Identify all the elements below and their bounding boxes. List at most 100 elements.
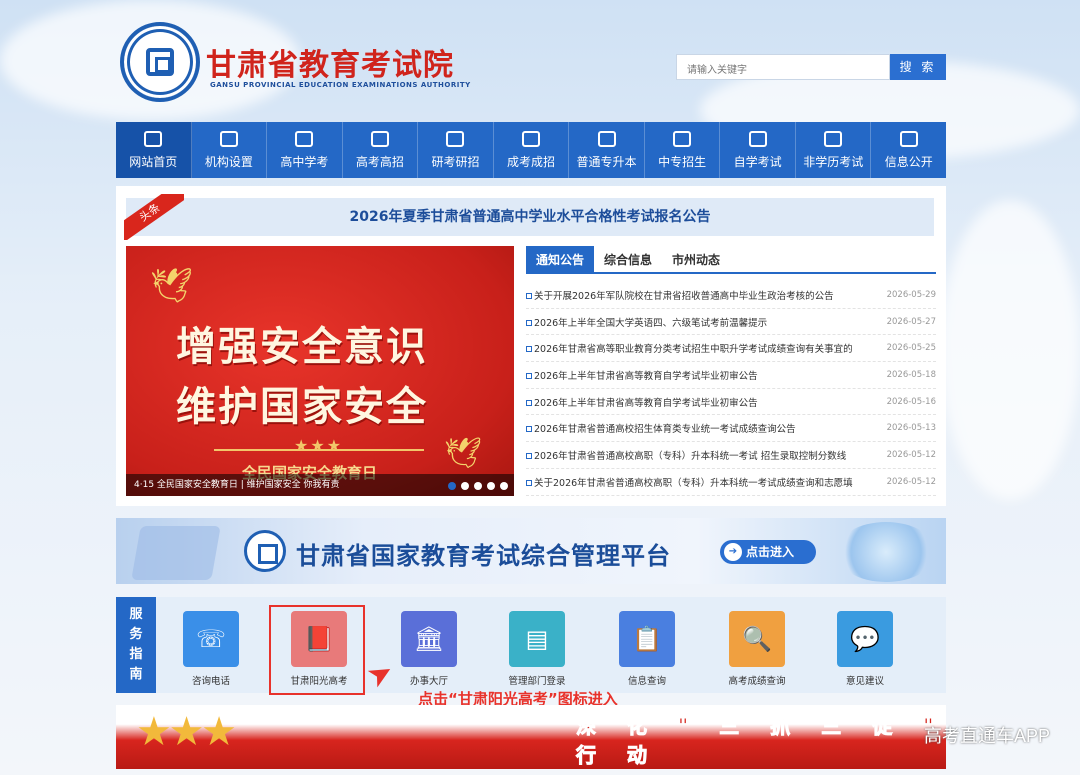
carousel-dot[interactable] <box>448 482 456 490</box>
bottom-banner-text: 深 化 " 三 抓 三 促 " 行 动 <box>576 714 946 768</box>
service-score-query[interactable]: 🔍 高考成绩查询 <box>712 611 802 687</box>
news-item[interactable]: 关于2026年甘肃省普通高校高职（专科）升本科统一考试成绩查询和志愿填 2026-… <box>526 469 936 496</box>
stars-icon: ★★★ <box>294 436 344 455</box>
services-label-char: 服 <box>129 607 143 622</box>
news-item[interactable]: 2026年上半年甘肃省高等教育自学考试毕业初审公告 2026-05-18 <box>526 362 936 389</box>
carousel-dot[interactable] <box>461 482 469 490</box>
stars-icon: ★ ★ ★ <box>136 709 237 755</box>
news-date: 2026-05-16 <box>886 396 936 407</box>
nav-item-organization[interactable]: 机构设置 <box>192 122 268 178</box>
nav-label: 机构设置 <box>204 154 253 169</box>
headline-text[interactable]: 2026年夏季甘肃省普通高中学业水平合格性考试报名公告 <box>126 198 934 236</box>
news-date: 2026-05-25 <box>886 343 936 354</box>
service-info-query[interactable]: 📋 信息查询 <box>602 611 692 687</box>
search-button[interactable]: 搜 索 <box>890 54 946 80</box>
graduation-cap-icon <box>446 130 465 147</box>
mail-icon <box>899 130 918 147</box>
news-title[interactable]: 2026年甘肃省普通高校高职（专科）升本科统一考试 招生录取控制分数线 <box>534 448 846 462</box>
news-date: 2026-05-27 <box>886 316 936 327</box>
nav-label: 非学历考试 <box>803 154 864 169</box>
bottom-banner[interactable]: ★ ★ ★ 深 化 " 三 抓 三 促 " 行 动 <box>116 705 946 769</box>
service-label: 信息查询 <box>627 676 666 687</box>
nav-item-adult-exam[interactable]: 成考成招 <box>494 122 570 178</box>
platform-title: 甘肃省国家教育考试综合管理平台 <box>296 542 671 570</box>
banner-line2: 维护国家安全 <box>176 384 428 430</box>
people-icon <box>673 130 692 147</box>
phone-icon: ☏ <box>183 611 239 667</box>
service-label: 意见建议 <box>845 676 884 687</box>
list-icon <box>748 130 767 147</box>
nav-label: 研考研招 <box>431 154 480 169</box>
carousel-dot[interactable] <box>474 482 482 490</box>
student-icon <box>295 130 314 147</box>
news-list: 关于开展2026年军队院校在甘肃省招收普通高中毕业生政治考核的公告 2026-05… <box>526 282 936 496</box>
site-logo[interactable] <box>120 22 200 102</box>
nav-label: 普通专升本 <box>576 154 637 169</box>
nav-item-home[interactable]: 网站首页 <box>116 122 192 178</box>
carousel-dots <box>448 482 508 490</box>
services-label-char: 南 <box>129 667 143 682</box>
magnifier-icon: 🔍 <box>729 611 785 667</box>
news-item[interactable]: 2026年甘肃省普通高校高职（专科）升本科统一考试 招生录取控制分数线 2026-… <box>526 442 936 469</box>
document-illustration-icon <box>131 526 221 580</box>
news-item[interactable]: 2026年上半年甘肃省高等教育自学考试毕业初审公告 2026-05-16 <box>526 389 936 416</box>
services-label: 服 务 指 南 <box>116 597 156 693</box>
nav-item-high-school-exam[interactable]: 高中学考 <box>267 122 343 178</box>
main-nav: 网站首页 机构设置 高中学考 高考高招 研考研招 成考成招 普通专升本 中专招生… <box>116 122 946 178</box>
tab-general-info[interactable]: 综合信息 <box>594 246 662 272</box>
book-icon <box>522 130 540 147</box>
service-hall[interactable]: 🏛 办事大厅 <box>384 611 474 687</box>
platform-enter-button[interactable]: 点击进入 <box>720 540 816 564</box>
id-card-icon: ▤ <box>509 611 565 667</box>
chat-icon: 💬 <box>837 611 893 667</box>
tab-notices[interactable]: 通知公告 <box>526 246 595 272</box>
news-item[interactable]: 2026年甘肃省普通高校招生体育类专业统一考试成绩查询公告 2026-05-13 <box>526 415 936 443</box>
nav-item-info-disclosure[interactable]: 信息公开 <box>871 122 946 178</box>
main-panel: 2026年夏季甘肃省普通高中学业水平合格性考试报名公告 头条 🕊 增强安全意识 … <box>116 186 946 506</box>
news-title[interactable]: 2026年上半年甘肃省高等教育自学考试毕业初审公告 <box>534 368 758 382</box>
tab-city-news[interactable]: 市州动态 <box>662 246 730 272</box>
nav-label: 高中学考 <box>280 154 329 169</box>
nav-item-non-degree[interactable]: 非学历考试 <box>796 122 872 178</box>
headline-tag: 头条 <box>124 194 184 240</box>
carousel-dot[interactable] <box>487 482 495 490</box>
site-title[interactable]: 甘肃省教育考试院 <box>206 40 454 84</box>
nav-item-postgrad[interactable]: 研考研招 <box>418 122 494 178</box>
carousel-banner[interactable]: 🕊 增强安全意识 维护国家安全 ★★★ 全民国家安全教育日 🕊 4·15 全民国… <box>126 246 514 496</box>
service-feedback[interactable]: 💬 意见建议 <box>820 611 910 687</box>
platform-banner[interactable]: 甘肃省国家教育考试综合管理平台 点击进入 <box>116 518 946 584</box>
news-title[interactable]: 2026年上半年甘肃省高等教育自学考试毕业初审公告 <box>534 395 758 409</box>
nav-item-gaokao[interactable]: 高考高招 <box>343 122 419 178</box>
news-title[interactable]: 2026年上半年全国大学英语四、六级笔试考前温馨提示 <box>534 315 767 329</box>
headline-bar[interactable]: 2026年夏季甘肃省普通高中学业水平合格性考试报名公告 <box>126 198 934 236</box>
watermark: 高考直通车APP <box>923 726 1050 746</box>
dove-icon: 🕊 <box>444 436 483 471</box>
news-title[interactable]: 关于2026年甘肃省普通高校高职（专科）升本科统一考试成绩查询和志愿填 <box>534 475 853 489</box>
home-icon <box>144 130 163 147</box>
news-item[interactable]: 2026年上半年全国大学英语四、六级笔试考前温馨提示 2026-05-27 <box>526 309 936 336</box>
service-consult-phone[interactable]: ☏ 咨询电话 <box>166 611 256 687</box>
nav-item-vocational[interactable]: 中专招生 <box>645 122 721 178</box>
building-icon <box>219 130 238 147</box>
news-title[interactable]: 2026年甘肃省普通高校招生体育类专业统一考试成绩查询公告 <box>534 421 796 435</box>
search-input[interactable]: 请输入关键字 <box>676 54 890 80</box>
news-tabs: 通知公告 综合信息 市州动态 <box>526 246 936 274</box>
platform-logo <box>244 530 286 572</box>
news-title[interactable]: 关于开展2026年军队院校在甘肃省招收普通高中毕业生政治考核的公告 <box>534 288 834 302</box>
news-item[interactable]: 2026年甘肃省高等职业教育分类考试招生中职升学考试成绩查询有关事宜的 2026-… <box>526 335 936 363</box>
news-item[interactable]: 关于开展2026年军队院校在甘肃省招收普通高中毕业生政治考核的公告 2026-05… <box>526 282 936 309</box>
news-title[interactable]: 2026年甘肃省高等职业教育分类考试招生中职升学考试成绩查询有关事宜的 <box>534 341 853 355</box>
nav-item-upgrade[interactable]: 普通专升本 <box>569 122 645 178</box>
service-label: 咨询电话 <box>191 676 230 687</box>
service-admin-login[interactable]: ▤ 管理部门登录 <box>492 611 582 687</box>
carousel-dot[interactable] <box>500 482 508 490</box>
nav-item-self-study[interactable]: 自学考试 <box>720 122 796 178</box>
hall-icon: 🏛 <box>401 611 457 667</box>
dove-icon: 🕊 <box>150 266 194 306</box>
certificate-icon <box>824 130 843 147</box>
nav-label: 信息公开 <box>884 154 933 169</box>
news-date: 2026-05-13 <box>886 423 936 434</box>
news-date: 2026-05-18 <box>886 369 936 380</box>
nav-label: 中专招生 <box>658 154 707 169</box>
services-section: 服 务 指 南 ☏ 咨询电话 📕 甘肃阳光高考 🏛 办事大厅 ▤ 管理部门登录 … <box>116 597 946 696</box>
